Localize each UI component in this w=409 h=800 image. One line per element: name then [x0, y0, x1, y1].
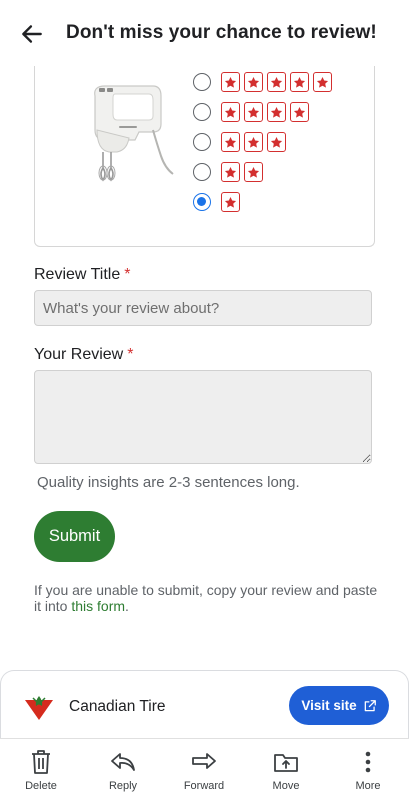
star-icon — [221, 162, 240, 182]
your-review-label: Your Review * — [34, 346, 133, 364]
forward-icon — [192, 753, 216, 769]
more-button[interactable]: More — [333, 739, 403, 800]
reply-icon — [111, 753, 135, 771]
move-label: Move — [272, 780, 300, 792]
star-icon — [267, 72, 286, 92]
star-icon — [244, 72, 263, 92]
rating-radio-4[interactable] — [193, 103, 211, 121]
this-form-link[interactable]: this form — [71, 598, 125, 614]
back-button[interactable] — [18, 20, 46, 48]
rating-option-1-stars[interactable] — [193, 190, 244, 214]
star-icon — [290, 72, 309, 92]
review-title-input[interactable] — [34, 290, 372, 326]
review-page: Don't miss your chance to review! Review… — [0, 0, 409, 800]
star-icon — [221, 132, 240, 152]
review-hint: Quality insights are 2-3 sentences long. — [37, 474, 300, 491]
help-text-suffix: . — [125, 598, 129, 614]
required-marker: * — [124, 266, 131, 283]
star-icon — [221, 102, 240, 122]
trash-icon — [32, 750, 50, 774]
rating-option-5-stars[interactable] — [193, 70, 336, 94]
hand-mixer-product-image — [94, 85, 174, 182]
star-icon — [267, 102, 286, 122]
delete-label: Delete — [25, 780, 57, 792]
required-marker: * — [127, 346, 134, 363]
triangle-leaf-logo-icon — [25, 696, 53, 720]
more-vertical-icon — [365, 751, 371, 773]
rating-card — [34, 60, 375, 247]
canadian-tire-logo — [19, 687, 59, 727]
rating-option-4-stars[interactable] — [193, 100, 313, 124]
external-link-icon — [364, 699, 376, 711]
review-title-label: Review Title * — [34, 266, 130, 284]
app-header: Don't miss your chance to review! — [0, 0, 409, 66]
sender-name: Canadian Tire — [69, 698, 166, 715]
your-review-label-text: Your Review — [34, 346, 124, 363]
bottom-action-bar: Delete Reply Forward Move More — [0, 738, 409, 800]
visit-site-button[interactable]: Visit site — [289, 686, 389, 725]
star-icon — [221, 192, 240, 212]
arrow-left-icon — [22, 25, 42, 43]
forward-button[interactable]: Forward — [169, 739, 239, 800]
more-label: More — [355, 780, 381, 792]
page-title: Don't miss your chance to review! — [66, 22, 377, 43]
reply-label: Reply — [108, 780, 138, 792]
rating-radio-3[interactable] — [193, 133, 211, 151]
submit-button[interactable]: Submit — [34, 511, 115, 562]
delete-button[interactable]: Delete — [6, 739, 76, 800]
forward-label: Forward — [183, 780, 225, 792]
rating-radio-5[interactable] — [193, 73, 211, 91]
visit-site-label: Visit site — [301, 698, 357, 713]
star-icon — [290, 102, 309, 122]
move-button[interactable]: Move — [251, 739, 321, 800]
rating-option-2-stars[interactable] — [193, 160, 267, 184]
review-title-label-text: Review Title — [34, 266, 121, 283]
rating-radio-1[interactable] — [193, 193, 211, 211]
rating-option-3-stars[interactable] — [193, 130, 290, 154]
reply-button[interactable]: Reply — [88, 739, 158, 800]
star-icon — [244, 162, 263, 182]
move-icon — [274, 754, 298, 772]
review-body-textarea[interactable] — [34, 370, 372, 464]
star-icon — [244, 132, 263, 152]
star-icon — [244, 102, 263, 122]
star-icon — [221, 72, 240, 92]
help-text: If you are unable to submit, copy your r… — [34, 582, 379, 614]
star-icon — [313, 72, 332, 92]
rating-radio-2[interactable] — [193, 163, 211, 181]
star-icon — [267, 132, 286, 152]
